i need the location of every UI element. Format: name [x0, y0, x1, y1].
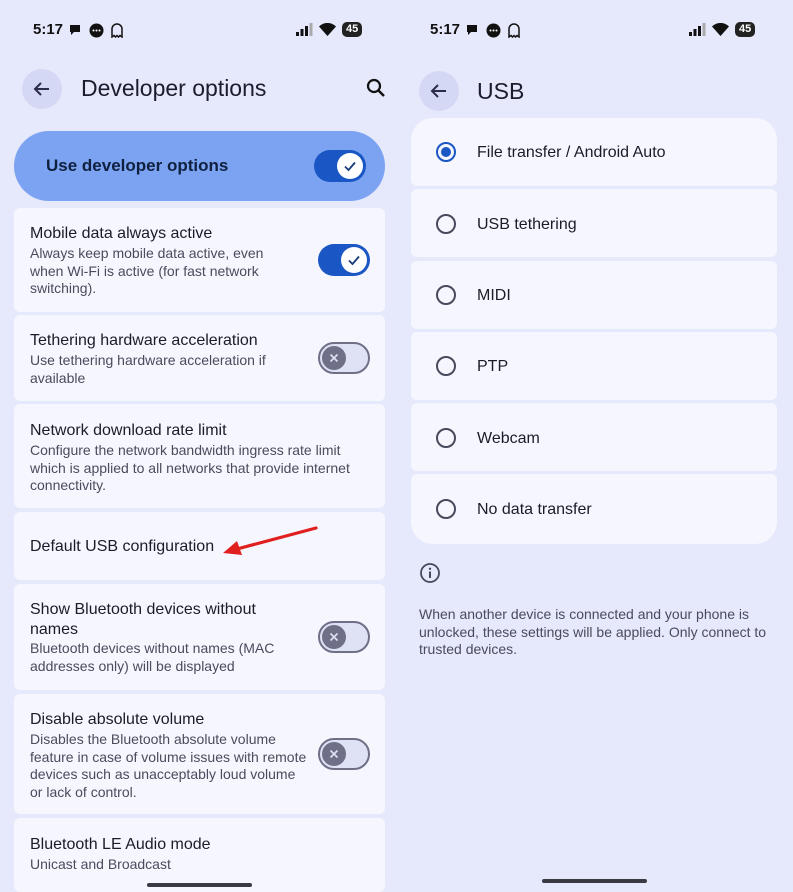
status-bar: 5:17 45 — [0, 20, 397, 42]
arrow-left-icon — [430, 84, 446, 98]
close-icon — [329, 749, 339, 759]
setting-mobile-data-always-active[interactable]: Mobile data always active Always keep mo… — [14, 208, 385, 312]
ghost-icon — [111, 23, 123, 38]
setting-default-usb-configuration[interactable]: Default USB configuration — [14, 512, 385, 580]
usb-info-text: When another device is connected and you… — [419, 606, 767, 657]
setting-title: Tethering hardware acceleration — [30, 332, 258, 349]
radio-button[interactable] — [436, 356, 456, 376]
setting-title: Disable absolute volume — [30, 711, 205, 728]
option-label: Webcam — [477, 430, 540, 447]
battery-level: 45 — [342, 22, 363, 37]
developer-options-switch[interactable] — [314, 150, 366, 182]
developer-options-screen: 5:17 45 Developer options Use developer … — [0, 0, 397, 892]
page-title: Developer options — [81, 75, 267, 101]
usb-option-usb-tethering[interactable]: USB tethering — [411, 189, 777, 257]
setting-tethering-hw-acceleration[interactable]: Tethering hardware acceleration Use teth… — [14, 315, 385, 401]
mobile-data-switch[interactable] — [318, 244, 370, 276]
signal-icon — [689, 23, 706, 36]
option-label: PTP — [477, 358, 509, 375]
close-icon — [329, 632, 339, 642]
battery-level: 45 — [735, 22, 756, 37]
status-time: 5:17 — [430, 21, 461, 38]
usb-option-no-data-transfer[interactable]: No data transfer — [411, 474, 777, 544]
notification-icons — [465, 23, 520, 38]
messages-icon — [486, 23, 501, 38]
setting-subtitle: Disables the Bluetooth absolute volume f… — [30, 731, 307, 800]
search-button[interactable] — [362, 74, 390, 102]
tethering-switch[interactable] — [318, 342, 370, 374]
setting-subtitle: Always keep mobile data active, even whe… — [30, 245, 264, 296]
option-label: MIDI — [477, 287, 511, 304]
bluetooth-names-switch[interactable] — [318, 621, 370, 653]
setting-subtitle: Use tethering hardware acceleration if a… — [30, 352, 266, 386]
use-developer-options-row[interactable]: Use developer options — [14, 131, 385, 201]
close-icon — [329, 353, 339, 363]
signal-icon — [296, 23, 313, 36]
setting-title: Network download rate limit — [30, 422, 227, 439]
usb-option-ptp[interactable]: PTP — [411, 332, 777, 400]
home-indicator — [147, 883, 252, 887]
wifi-icon — [319, 23, 336, 36]
arrow-left-icon — [33, 82, 49, 96]
radio-button[interactable] — [436, 428, 456, 448]
setting-title: Show Bluetooth devices without names — [30, 601, 256, 638]
red-arrow-annotation — [223, 526, 318, 555]
status-bar: 5:17 45 — [397, 20, 793, 42]
setting-subtitle: Unicast and Broadcast — [30, 856, 171, 872]
back-button[interactable] — [419, 71, 459, 111]
wifi-icon — [712, 23, 729, 36]
radio-button-selected[interactable] — [436, 142, 456, 162]
setting-title: Default USB configuration — [30, 538, 215, 555]
switch-thumb — [337, 153, 363, 179]
setting-network-download-rate-limit[interactable]: Network download rate limit Configure th… — [14, 404, 385, 508]
chat-bubble-icon — [70, 25, 80, 35]
setting-title: Mobile data always active — [30, 225, 213, 242]
option-label: No data transfer — [477, 501, 592, 518]
usb-option-webcam[interactable]: Webcam — [411, 403, 777, 471]
back-button[interactable] — [22, 69, 62, 109]
setting-bluetooth-le-audio-mode[interactable]: Bluetooth LE Audio mode Unicast and Broa… — [14, 818, 385, 892]
master-toggle-label: Use developer options — [46, 156, 229, 175]
usb-option-midi[interactable]: MIDI — [411, 261, 777, 329]
status-time: 5:17 — [33, 21, 64, 38]
messages-icon — [89, 23, 104, 38]
chat-bubble-icon — [467, 25, 477, 35]
setting-show-bluetooth-without-names[interactable]: Show Bluetooth devices without names Blu… — [14, 584, 385, 690]
page-title: USB — [477, 78, 525, 104]
radio-button[interactable] — [436, 499, 456, 519]
switch-thumb — [322, 625, 346, 649]
setting-subtitle: Configure the network bandwidth ingress … — [30, 442, 350, 493]
info-icon — [420, 563, 440, 583]
notification-icons — [68, 23, 123, 38]
option-label: USB tethering — [477, 216, 577, 233]
absolute-volume-switch[interactable] — [318, 738, 370, 770]
check-icon — [348, 255, 360, 266]
home-indicator — [542, 879, 647, 883]
system-icons: 45 — [296, 22, 363, 37]
ghost-icon — [508, 23, 520, 38]
usb-option-file-transfer[interactable]: File transfer / Android Auto — [411, 118, 777, 186]
radio-button[interactable] — [436, 285, 456, 305]
check-icon — [344, 161, 356, 172]
usb-screen: 5:17 45 USB File transfer / Android Auto… — [397, 0, 793, 892]
setting-title: Bluetooth LE Audio mode — [30, 836, 211, 853]
system-icons: 45 — [689, 22, 756, 37]
option-label: File transfer / Android Auto — [477, 144, 666, 161]
switch-thumb — [322, 346, 346, 370]
setting-disable-absolute-volume[interactable]: Disable absolute volume Disables the Blu… — [14, 694, 385, 814]
radio-button[interactable] — [436, 214, 456, 234]
search-icon — [366, 78, 385, 97]
setting-subtitle: Bluetooth devices without names (MAC add… — [30, 640, 275, 674]
switch-thumb — [322, 742, 346, 766]
switch-thumb — [341, 247, 367, 273]
